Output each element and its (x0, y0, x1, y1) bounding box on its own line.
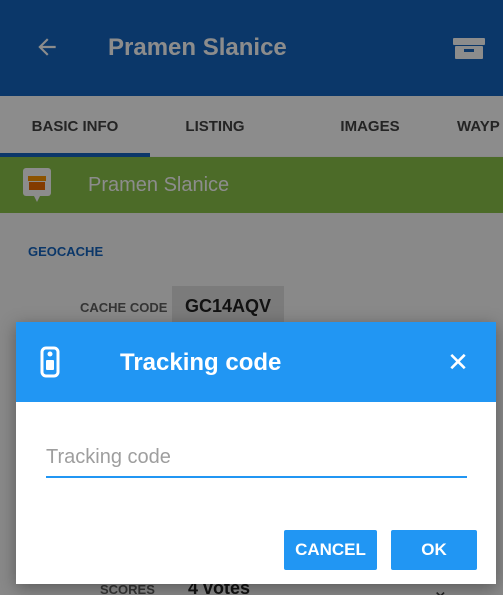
cancel-button[interactable]: CANCEL (284, 530, 377, 570)
dialog-header: Tracking code ✕ (16, 322, 496, 402)
close-icon[interactable]: ✕ (442, 346, 474, 378)
ok-button[interactable]: OK (391, 530, 477, 570)
dialog-title: Tracking code (120, 349, 282, 376)
tracking-code-dialog: Tracking code ✕ CANCEL OK (16, 322, 496, 584)
trackable-tag-icon (40, 346, 60, 378)
tracking-code-input[interactable] (46, 442, 467, 478)
trackable-tag-icon (40, 344, 60, 380)
